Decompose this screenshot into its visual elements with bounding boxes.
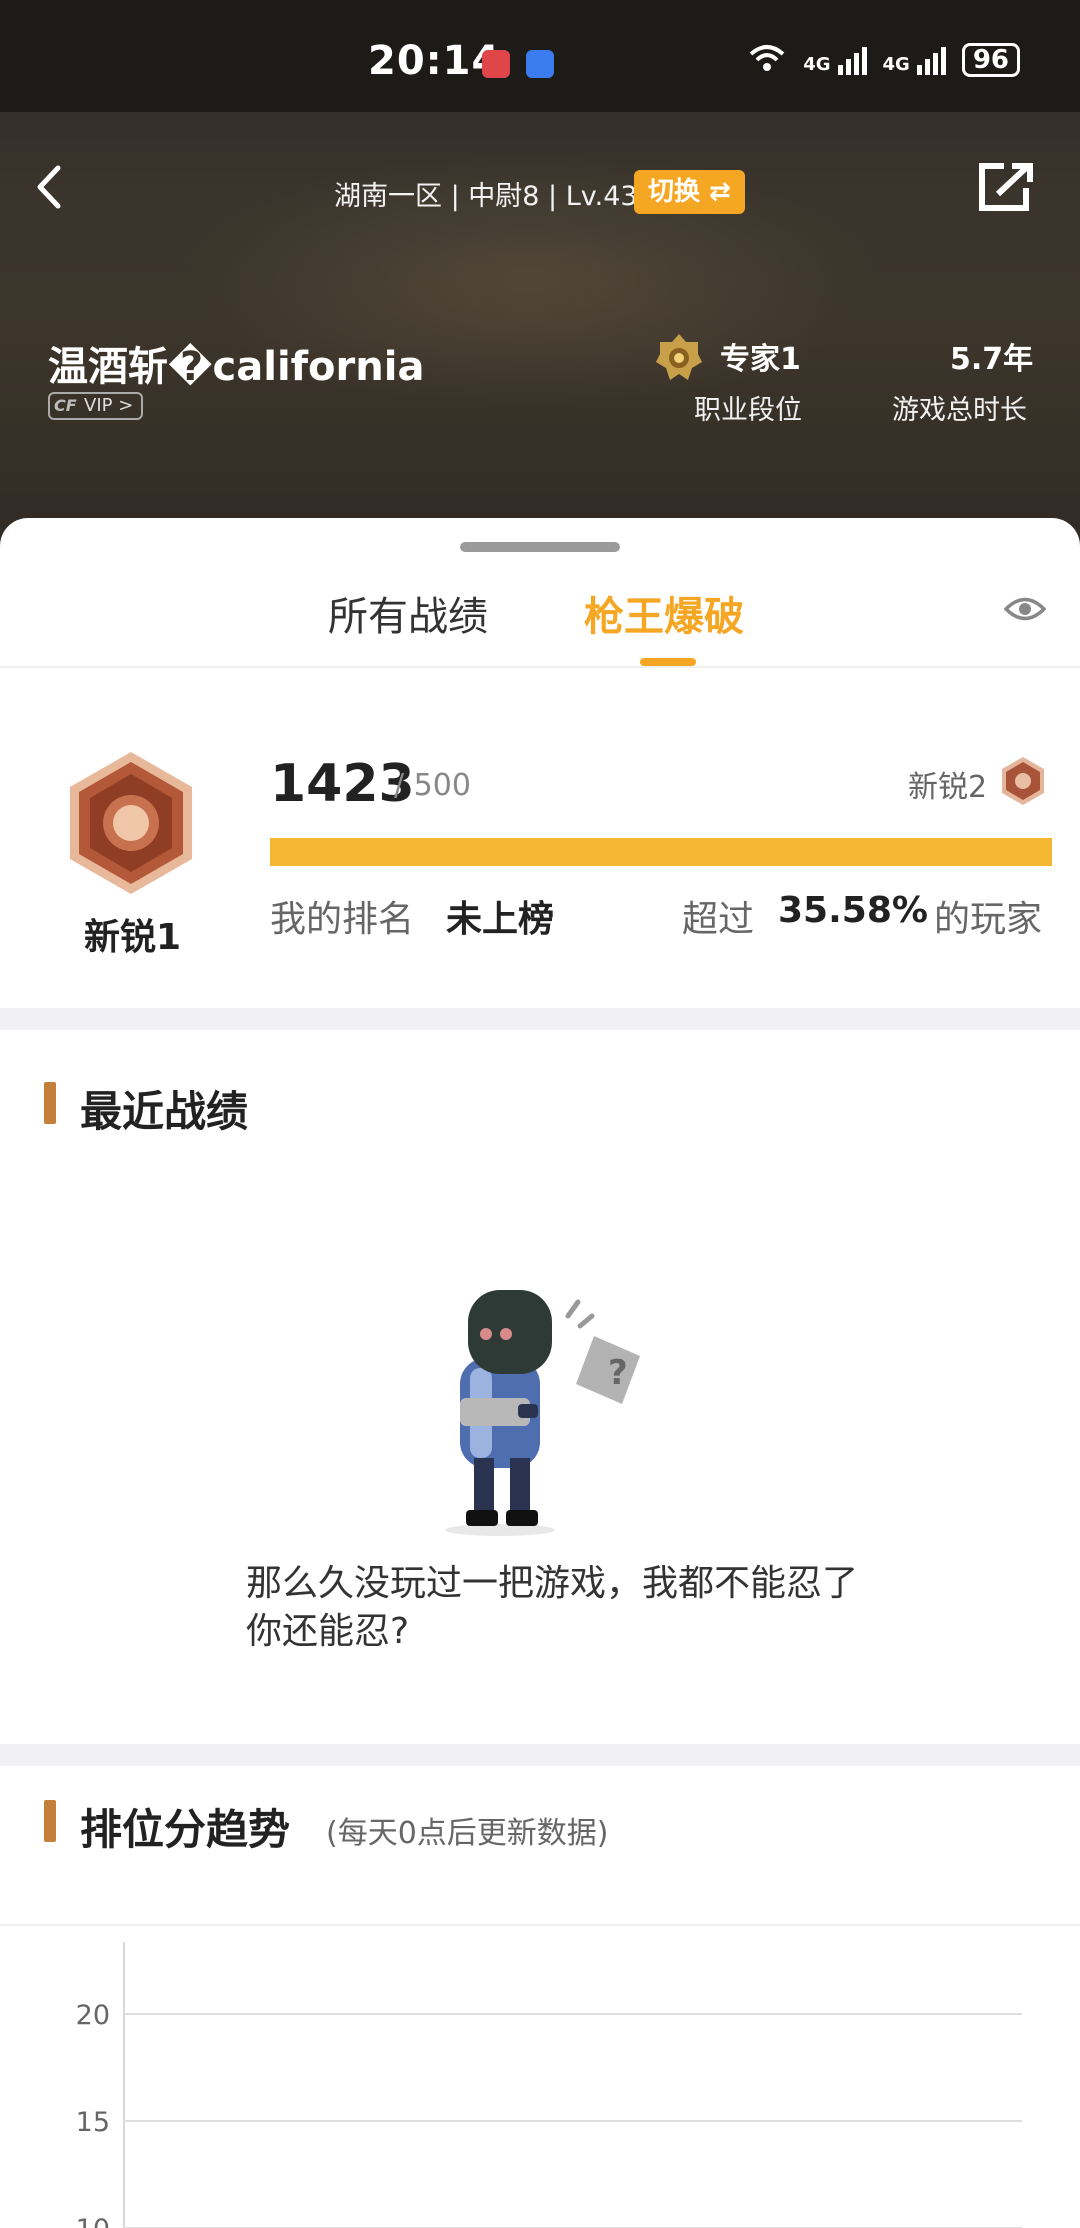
recent-section-title: 最近战绩 [80, 1087, 249, 1136]
status-time: 20:14 [368, 38, 501, 84]
tab-divider [0, 666, 1080, 668]
rank-badge-emblem-icon [70, 752, 192, 894]
career-rank-label: 职业段位 [694, 395, 802, 426]
vip-badge[interactable]: VIP > [48, 392, 144, 420]
section-separator [0, 1744, 1080, 1766]
section-separator [0, 1008, 1080, 1030]
huawei-app-notification-icon [482, 50, 510, 78]
share-icon[interactable] [976, 160, 1036, 214]
beat-suffix: 的玩家 [934, 899, 1043, 940]
career-rank-emblem-icon [656, 334, 702, 380]
chart-y-tick-label: 10 [76, 2214, 110, 2228]
rank-progress-bar [270, 838, 1052, 866]
rank-progress-fill [270, 838, 1052, 866]
tab-all-records[interactable]: 所有战绩 [328, 584, 488, 642]
stats-sheet: 所有战绩 枪王爆破 新锐1 1423 / 500 新锐2 我的排名 未上榜 超过… [0, 518, 1080, 2228]
career-rank-value: 专家1 [720, 342, 801, 377]
rank-score-total: / 500 [394, 768, 471, 803]
empty-state-soldier-illustration: ? [445, 1290, 640, 1536]
wifi-icon [747, 42, 787, 78]
total-time-value: 5.7年 [950, 342, 1034, 377]
server-info: 湖南一区 | 中尉8 | Lv.43 [334, 181, 638, 212]
my-rank-value: 未上榜 [446, 899, 555, 940]
battery-indicator: 96 [961, 43, 1020, 77]
chart-y-tick-label: 15 [76, 2107, 110, 2138]
next-rank-name: 新锐2 [908, 770, 988, 805]
svg-text:?: ? [608, 1353, 628, 1393]
rank-badge-name: 新锐1 [84, 917, 182, 958]
rank-score-trend-chart: 20 15 10 [76, 1942, 1022, 2228]
status-bar: 20:14 4G 4G 96 [0, 0, 1080, 112]
total-time-label: 游戏总时长 [892, 395, 1027, 426]
player-username: 温酒斩�california [48, 344, 425, 390]
signal-icon-sim2: 4G [883, 45, 946, 75]
beat-percentage: 35.58% [778, 890, 928, 931]
trend-section-note: (每天0点后更新数据) [326, 1816, 609, 1851]
trend-section-accent-bar [44, 1800, 56, 1842]
empty-state-message: 那么久没玩过一把游戏，我都不能忍了你还能忍? [246, 1563, 859, 1652]
back-arrow-icon[interactable] [30, 162, 70, 212]
chat-app-notification-icon [526, 50, 554, 78]
switch-server-button[interactable]: 切换 ⇄ [634, 170, 745, 214]
my-rank-label: 我的排名 [270, 899, 415, 940]
eye-icon[interactable] [1004, 594, 1046, 624]
signal-icon-sim1: 4G [803, 45, 867, 75]
trend-section-title: 排位分趋势 [80, 1805, 291, 1854]
system-icons: 4G 4G 96 [747, 42, 1020, 78]
tab-gun-king-demolition[interactable]: 枪王爆破 [584, 584, 744, 642]
beat-label: 超过 [682, 899, 755, 940]
drag-handle[interactable] [460, 542, 620, 552]
chart-y-tick-label: 20 [76, 2000, 110, 2031]
next-rank-emblem-icon [1002, 757, 1044, 805]
recent-section-accent-bar [44, 1082, 56, 1124]
active-tab-indicator [640, 658, 696, 666]
